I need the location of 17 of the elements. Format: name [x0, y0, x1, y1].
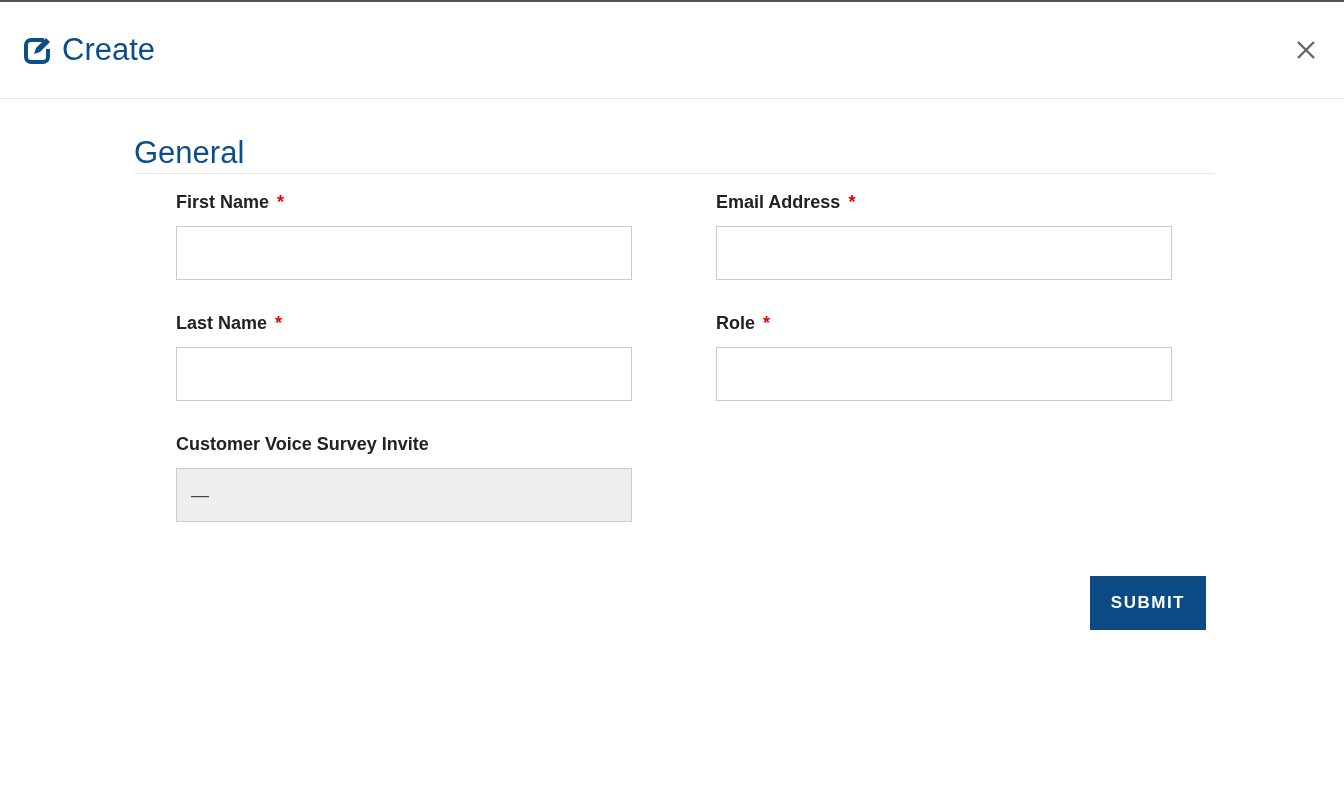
field-label: Email Address	[716, 192, 841, 212]
required-mark: *	[277, 192, 285, 212]
input-field[interactable]	[716, 226, 1172, 280]
required-mark: *	[763, 313, 771, 333]
field-label: Last Name	[176, 313, 268, 333]
input-field[interactable]	[176, 347, 632, 401]
field-label: Role	[716, 313, 755, 333]
required-mark: *	[275, 313, 283, 333]
field-label: First Name	[176, 192, 270, 212]
field-label: Customer Voice Survey Invite	[176, 434, 429, 454]
required-mark: *	[848, 192, 856, 212]
section-title: General	[134, 135, 1214, 174]
submit-button[interactable]: SUBMIT	[1089, 576, 1206, 630]
close-icon	[1296, 40, 1316, 60]
input-field[interactable]	[716, 347, 1172, 401]
dialog-title: Create	[62, 32, 157, 68]
input-field[interactable]	[176, 226, 632, 280]
